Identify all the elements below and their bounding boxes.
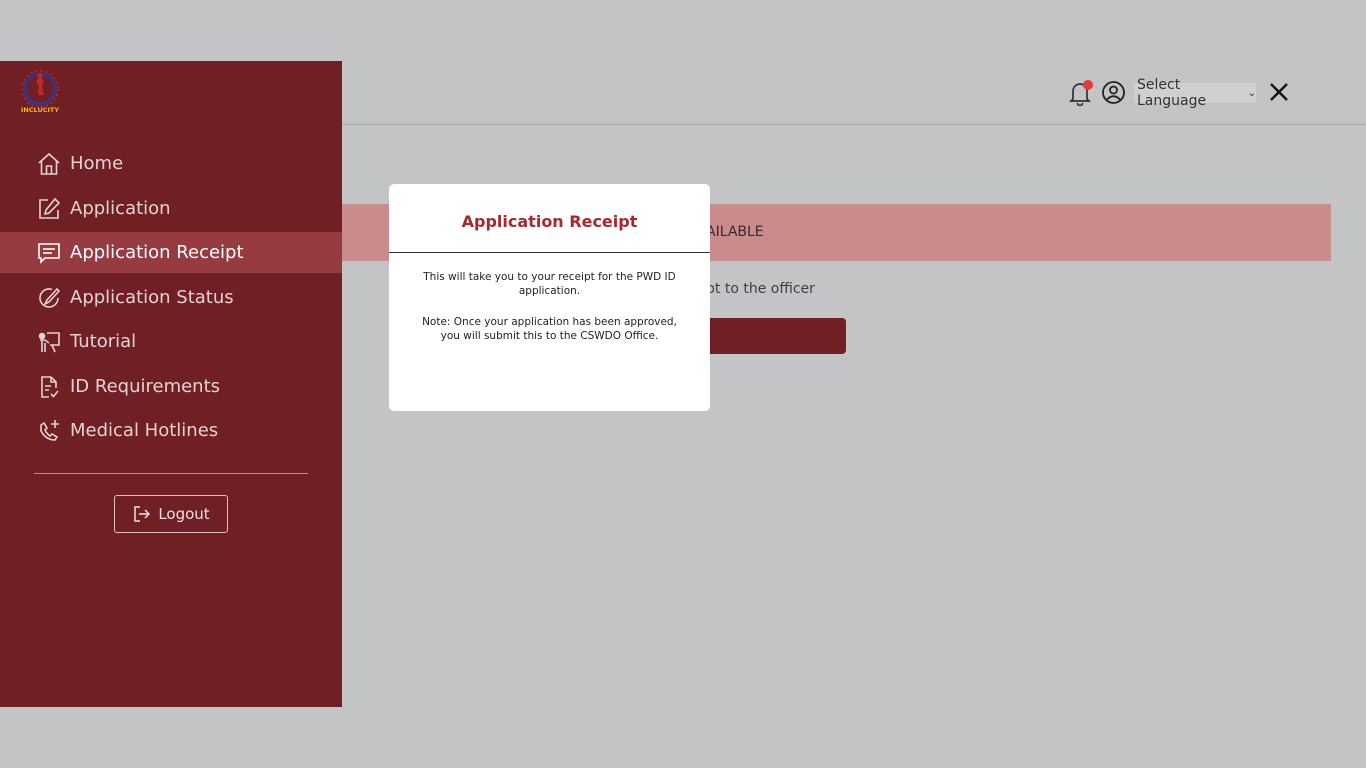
user-icon[interactable] <box>1101 80 1126 105</box>
banner-text: AILABLE <box>706 224 764 240</box>
chevron-down-icon: ⌄ <box>1247 87 1256 99</box>
sidebar-item-application-status[interactable]: Application Status <box>0 277 342 318</box>
sidebar-item-label: Medical Hotlines <box>70 420 219 441</box>
language-select[interactable]: Select Language ⌄ <box>1134 77 1256 109</box>
sidebar-item-label: ID Requirements <box>70 376 221 397</box>
modal-note-text: Note: Once your application has been app… <box>422 316 677 342</box>
inclucity-logo[interactable]: INCLUCITY <box>18 69 62 115</box>
sidebar-item-label: Application <box>70 198 171 219</box>
sidebar-item-label: Application Receipt <box>70 242 244 263</box>
sidebar-item-label: Home <box>70 153 124 174</box>
document-check-icon <box>41 375 59 398</box>
top-bar: Select Language ⌄ <box>342 61 1366 125</box>
sidebar-item-home[interactable]: Home <box>0 143 342 184</box>
receipt-icon <box>38 242 60 264</box>
sidebar-item-application-receipt[interactable]: Application Receipt <box>0 232 342 273</box>
sidebar-divider <box>34 473 308 474</box>
sidebar: INCLUCITY Home Application Application R… <box>0 61 342 707</box>
view-receipt-button[interactable] <box>706 318 846 354</box>
svg-text:INCLUCITY: INCLUCITY <box>21 106 59 114</box>
modal-divider <box>389 252 710 253</box>
notification-badge <box>1083 80 1093 90</box>
sidebar-item-tutorial[interactable]: Tutorial <box>0 321 342 362</box>
receipt-info-modal: Application Receipt This will take you t… <box>389 184 710 411</box>
sidebar-item-medical-hotlines[interactable]: Medical Hotlines <box>0 410 342 451</box>
status-icon <box>39 287 61 308</box>
logout-label: Logout <box>158 505 210 523</box>
sidebar-item-label: Tutorial <box>70 331 137 352</box>
sidebar-item-id-requirements[interactable]: ID Requirements <box>0 366 342 407</box>
edit-icon <box>39 197 61 219</box>
sidebar-item-application[interactable]: Application <box>0 188 342 229</box>
tutorial-icon <box>38 331 60 352</box>
language-select-label: Select Language <box>1137 77 1207 109</box>
logout-button[interactable]: Logout <box>114 495 228 533</box>
instruction-text: pt to the officer <box>706 281 815 297</box>
modal-body-text: This will take you to your receipt for t… <box>423 271 676 297</box>
sidebar-item-label: Application Status <box>70 287 234 308</box>
phone-plus-icon <box>40 419 59 441</box>
modal-title: Application Receipt <box>461 212 638 231</box>
close-icon[interactable] <box>1267 80 1291 104</box>
logout-icon <box>134 506 151 522</box>
home-icon <box>38 152 60 175</box>
